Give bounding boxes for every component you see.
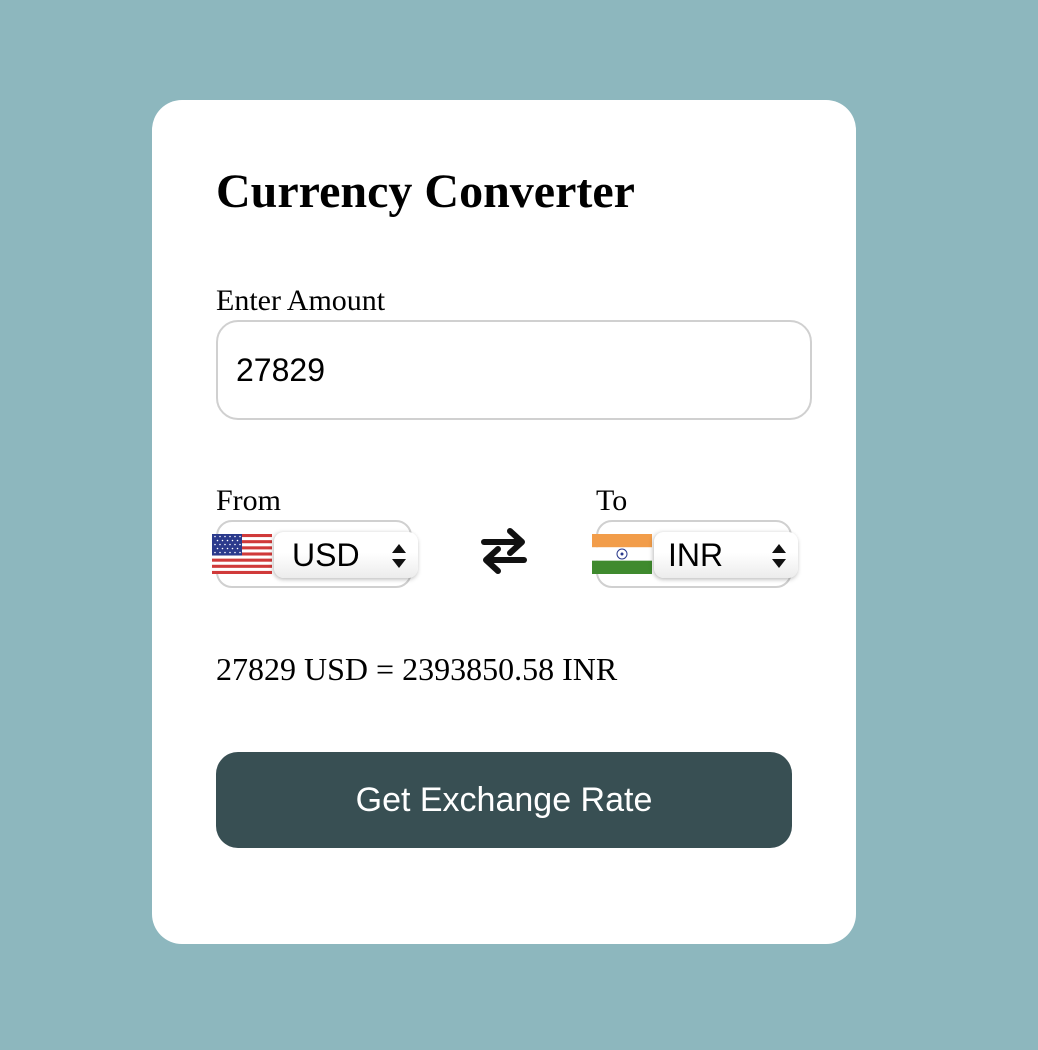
amount-label: Enter Amount [216,284,386,317]
to-label: To [596,484,628,517]
to-currency-select[interactable]: INR [592,520,798,588]
from-currency-value: USD [292,537,360,573]
select-arrows-icon [392,544,406,568]
from-currency-dropdown[interactable]: USD [274,532,418,578]
swap-icon[interactable] [480,526,528,576]
to-currency-dropdown[interactable]: INR [654,532,798,578]
from-currency-select[interactable]: USD [212,520,418,588]
india-flag-icon [592,534,652,574]
from-label: From [216,484,282,517]
converter-card: Currency Converter Enter Amount From [152,100,856,944]
us-flag-icon [212,534,272,574]
select-arrows-icon [772,544,786,568]
page-title: Currency Converter [216,165,635,218]
to-currency-value: INR [668,537,724,573]
conversion-result: 27829 USD = 2393850.58 INR [216,651,618,687]
get-exchange-rate-button[interactable]: Get Exchange Rate [216,752,792,848]
amount-input[interactable] [216,320,812,420]
